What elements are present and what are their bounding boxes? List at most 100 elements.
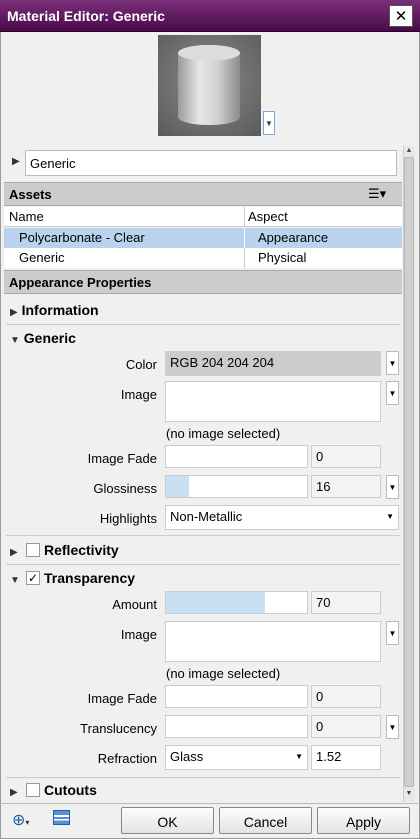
section-information-label: Information: [21, 302, 99, 318]
section-transparency-label: Transparency: [44, 570, 136, 586]
assets-title: Assets: [9, 187, 52, 202]
translucency-input[interactable]: 0: [311, 715, 381, 738]
image-note: (no image selected): [166, 426, 281, 441]
refraction-input[interactable]: 1.52: [311, 745, 381, 770]
transparency-image-fade-slider[interactable]: [165, 685, 308, 708]
divider: [6, 324, 400, 325]
create-material-icon[interactable]: ⊕▾: [12, 810, 29, 830]
color-value: RGB 204 204 204: [170, 355, 275, 370]
section-transparency[interactable]: ▼: [10, 570, 20, 586]
cancel-label: Cancel: [243, 814, 288, 830]
chevron-down-icon: ▼: [388, 482, 397, 492]
image-field[interactable]: [165, 381, 381, 422]
transparency-image-fade-value: 0: [316, 689, 324, 704]
translucency-label: Translucency: [80, 721, 157, 736]
highlights-value: Non-Metallic: [170, 509, 243, 524]
image-label: Image: [120, 387, 157, 402]
expand-down-icon: ▼: [10, 575, 20, 586]
close-button[interactable]: ✕: [389, 5, 413, 27]
expand-name-icon[interactable]: ▶: [12, 156, 20, 167]
list-menu-icon[interactable]: ☰▾: [368, 186, 386, 202]
refraction-value: 1.52: [316, 749, 342, 764]
assets-header: Assets ☰▾: [4, 182, 402, 206]
divider: [6, 564, 400, 565]
chevron-down-icon: ▼: [388, 628, 397, 638]
transparency-image-fade-label: Image Fade: [87, 691, 157, 706]
refraction-select[interactable]: Glass ▼: [165, 745, 308, 770]
transparency-image-fade-input[interactable]: 0: [311, 685, 381, 708]
chevron-down-icon: ▼: [388, 358, 397, 368]
section-generic-label: Generic: [23, 330, 76, 346]
section-information[interactable]: ▶ Information: [10, 302, 99, 318]
material-name-field[interactable]: Generic: [25, 150, 397, 176]
assets-column-header: Name Aspect: [4, 207, 402, 227]
appearance-properties-header: Appearance Properties: [4, 270, 402, 294]
transparency-checkbox[interactable]: ✓: [26, 571, 40, 585]
transparency-image-dropdown[interactable]: ▼: [386, 621, 399, 645]
expand-right-icon: ▶: [10, 547, 18, 558]
title-bar: Material Editor: Generic ✕: [0, 0, 420, 32]
glossiness-input[interactable]: 16: [311, 475, 381, 498]
image-dropdown[interactable]: ▼: [386, 381, 399, 405]
reflectivity-checkbox[interactable]: [26, 543, 40, 557]
cutouts-checkbox[interactable]: [26, 783, 40, 797]
apply-button[interactable]: Apply: [317, 807, 410, 834]
transparency-image-field[interactable]: [165, 621, 381, 662]
section-reflectivity[interactable]: ▶: [10, 542, 18, 558]
ok-button[interactable]: OK: [121, 807, 214, 834]
column-aspect[interactable]: Aspect: [248, 209, 288, 224]
divider: [6, 535, 400, 536]
image-fade-slider[interactable]: [165, 445, 308, 468]
section-reflectivity-label: Reflectivity: [44, 542, 119, 558]
chevron-down-icon: ▼: [295, 752, 303, 761]
glossiness-value: 16: [316, 479, 331, 494]
appearance-properties-title: Appearance Properties: [9, 275, 152, 290]
material-browser-icon[interactable]: [53, 810, 70, 825]
chevron-down-icon: ▼: [388, 722, 397, 732]
close-icon: ✕: [394, 8, 408, 25]
asset-row-selected[interactable]: Polycarbonate - Clear Appearance: [4, 228, 402, 248]
highlights-label: Highlights: [99, 511, 157, 526]
material-name-value: Generic: [30, 156, 76, 171]
glossiness-dropdown[interactable]: ▼: [386, 475, 399, 499]
translucency-slider[interactable]: [165, 715, 308, 738]
section-cutouts[interactable]: ▶: [10, 782, 18, 798]
asset-name: Generic: [19, 250, 65, 265]
material-preview: [158, 35, 261, 136]
divider: [0, 803, 420, 804]
glossiness-fill: [166, 476, 189, 497]
apply-label: Apply: [345, 814, 382, 830]
transparency-image-note: (no image selected): [166, 666, 281, 681]
translucency-dropdown[interactable]: ▼: [386, 715, 399, 739]
window-title: Material Editor: Generic: [7, 8, 165, 24]
asset-aspect: Physical: [258, 250, 307, 265]
preview-cylinder-top: [178, 45, 240, 61]
highlights-select[interactable]: Non-Metallic ▼: [165, 505, 399, 530]
chevron-down-icon: ▼: [265, 118, 273, 128]
glossiness-label: Glossiness: [93, 481, 157, 496]
amount-slider[interactable]: [165, 591, 308, 614]
section-cutouts-label: Cutouts: [44, 782, 97, 798]
asset-row[interactable]: Generic Physical: [4, 248, 402, 268]
translucency-value: 0: [316, 719, 324, 734]
scroll-down-icon[interactable]: ▼: [404, 790, 414, 799]
column-name[interactable]: Name: [9, 209, 44, 224]
section-generic[interactable]: ▼ Generic: [10, 330, 76, 346]
color-dropdown[interactable]: ▼: [386, 351, 399, 375]
expand-right-icon: ▶: [10, 787, 18, 798]
asset-aspect: Appearance: [258, 230, 329, 245]
cancel-button[interactable]: Cancel: [219, 807, 312, 834]
image-fade-input[interactable]: 0: [311, 445, 381, 468]
glossiness-slider[interactable]: [165, 475, 308, 498]
preview-options-dropdown[interactable]: ▼: [263, 111, 275, 135]
color-label: Color: [125, 357, 157, 372]
amount-fill: [166, 592, 265, 613]
scroll-up-icon[interactable]: ▲: [404, 147, 414, 156]
refraction-label: Refraction: [97, 751, 157, 766]
refraction-select-value: Glass: [170, 749, 204, 764]
image-fade-label: Image Fade: [87, 451, 157, 466]
scrollbar-thumb[interactable]: [404, 157, 414, 787]
color-field[interactable]: RGB 204 204 204: [165, 351, 381, 376]
amount-input[interactable]: 70: [311, 591, 381, 614]
expand-down-icon: ▼: [10, 335, 20, 346]
